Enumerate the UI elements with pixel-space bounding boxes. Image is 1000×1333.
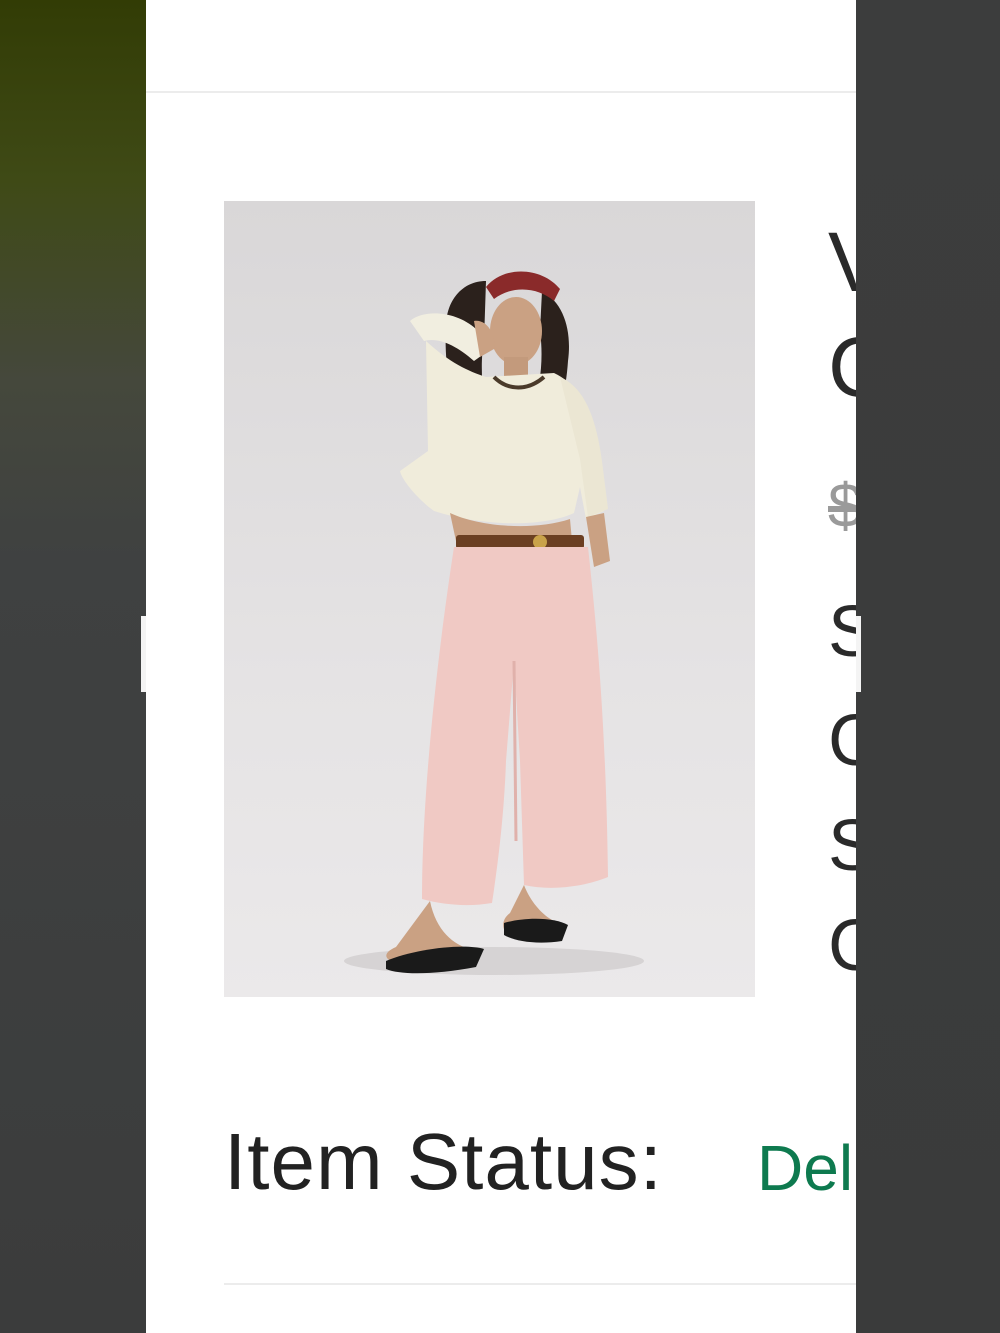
product-title-line-1[interactable]: V (828, 220, 856, 304)
product-image[interactable] (224, 201, 755, 997)
product-photo-illustration (344, 271, 644, 975)
item-status-label: Item Status: (224, 1117, 663, 1206)
original-price: $ (828, 472, 856, 541)
product-detail-condition: C (828, 906, 856, 986)
header-divider (146, 91, 856, 93)
left-backdrop (0, 0, 146, 1333)
right-backdrop (856, 0, 1000, 1333)
product-detail-seller: S (828, 806, 856, 886)
order-item-panel: V C $ S C S C Item Status: Del (146, 0, 856, 1333)
right-edge-handle[interactable] (856, 616, 861, 692)
product-detail-size: S (828, 592, 856, 672)
item-status-value: Del (757, 1132, 854, 1204)
screen: V C $ S C S C Item Status: Del (0, 0, 1000, 1333)
product-detail-color: C (828, 701, 856, 781)
status-divider (224, 1283, 856, 1285)
item-status-row: Item Status: Del (224, 1112, 856, 1212)
product-title-line-2[interactable]: C (828, 325, 856, 409)
